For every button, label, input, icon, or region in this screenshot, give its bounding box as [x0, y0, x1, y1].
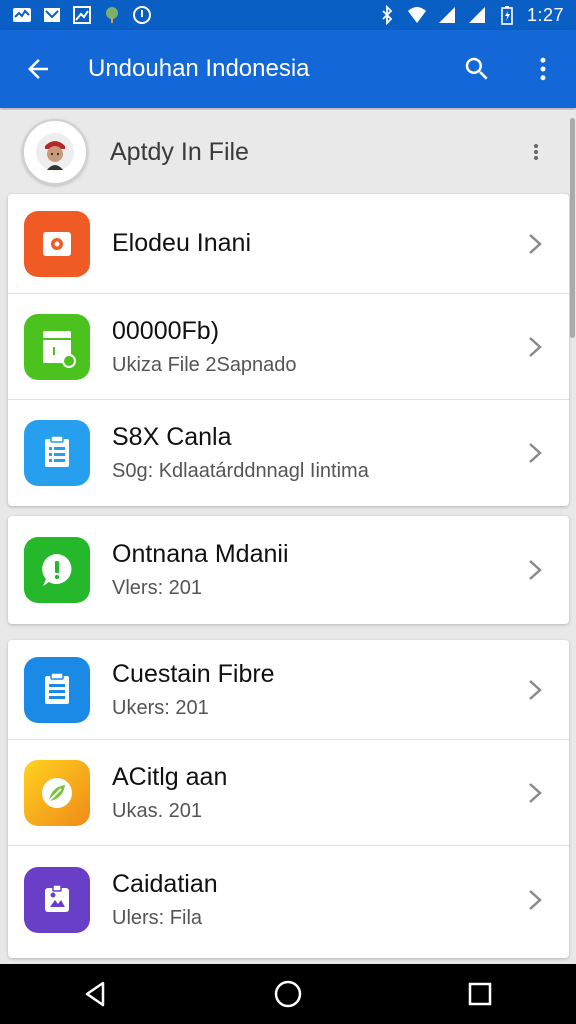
- mail-icon: [42, 5, 62, 25]
- chevron-right-icon: [515, 670, 555, 710]
- item-subtitle: Ulers: Fila: [112, 907, 203, 929]
- profile-more-button[interactable]: [508, 124, 564, 180]
- square-recents-icon: [468, 982, 492, 1006]
- photo-icon: [24, 867, 90, 933]
- file-icon: [24, 313, 90, 380]
- battery-icon: [497, 5, 517, 25]
- person-avatar-icon: [36, 133, 74, 171]
- item-title: Caidatian: [112, 870, 218, 898]
- status-time: 1:27: [526, 4, 564, 25]
- item-subtitle: Ukas. 201: [112, 799, 203, 822]
- list-item[interactable]: Ontnana Mdanii Vlers: 201: [8, 516, 569, 624]
- navigation-bar: [0, 964, 576, 1024]
- app-card: Ontnana Mdanii Vlers: 201: [8, 516, 569, 624]
- tree-icon: [102, 5, 122, 25]
- list-item[interactable]: 00000Fb) Ukiza File 2Sapnado: [8, 294, 569, 400]
- activity-icon: [12, 5, 32, 25]
- status-left-icons: [12, 5, 152, 25]
- profile-name: Aptdy In File: [110, 137, 249, 166]
- list-item[interactable]: Cuestain Fibre Ukers: 201: [8, 640, 569, 740]
- list-icon: [24, 656, 90, 723]
- chat-icon: [24, 537, 90, 603]
- chevron-right-icon: [515, 773, 555, 813]
- profile-header[interactable]: Aptdy In File: [0, 110, 576, 194]
- chevron-right-icon: [515, 433, 555, 473]
- search-button[interactable]: [444, 30, 510, 108]
- signal-icon: [467, 5, 487, 25]
- more-vert-icon: [540, 57, 546, 81]
- home-nav-button[interactable]: [258, 964, 318, 1024]
- overflow-menu-button[interactable]: [510, 30, 576, 108]
- list-item[interactable]: S8X Canla S0g: Kdlaatárddnnagl Iintima: [8, 400, 569, 506]
- app-card: Elodeu Inani 00000Fb) Ukiza File 2Sapnad…: [8, 194, 569, 506]
- status-bar: 1:27: [0, 0, 576, 30]
- item-title: Cuestain Fibre: [112, 659, 275, 688]
- document-icon: [24, 420, 90, 486]
- scrollbar-thumb[interactable]: [570, 118, 575, 338]
- arrow-back-icon: [28, 59, 48, 79]
- back-button[interactable]: [0, 30, 76, 108]
- recents-nav-button[interactable]: [450, 964, 510, 1024]
- app-bar-title: Undouhan Indonesia: [88, 55, 310, 82]
- chevron-right-icon: [515, 550, 555, 590]
- bluetooth-icon: [377, 5, 397, 25]
- chevron-right-icon: [515, 224, 555, 264]
- avatar[interactable]: [22, 119, 88, 185]
- list-item[interactable]: Caidatian Ulers: Fila: [8, 846, 569, 954]
- wifi-icon: [407, 5, 427, 25]
- download-icon: [132, 5, 152, 25]
- camera-icon: [24, 210, 90, 277]
- search-icon: [465, 57, 488, 80]
- signal-icon: [437, 5, 457, 25]
- app-card: Cuestain Fibre Ukers: 201 ACitlg aan Uka…: [8, 640, 569, 958]
- list-item[interactable]: Elodeu Inani: [8, 194, 569, 294]
- triangle-back-icon: [85, 981, 105, 1007]
- item-subtitle: Vlers: 201: [112, 577, 203, 599]
- item-title: ACitlg aan: [112, 762, 228, 791]
- item-subtitle: Ukers: 201: [112, 696, 209, 719]
- chevron-right-icon: [515, 327, 555, 367]
- circle-home-icon: [274, 980, 302, 1008]
- item-title: Elodeu Inani: [112, 229, 252, 257]
- item-subtitle: S0g: Kdlaatárddnnagl Iintima: [112, 460, 369, 482]
- item-subtitle: Ukiza File 2Sapnado: [112, 353, 297, 376]
- app-bar: Undouhan Indonesia: [0, 30, 576, 108]
- chevron-right-icon: [515, 880, 555, 920]
- back-nav-button[interactable]: [66, 964, 126, 1024]
- item-title: Ontnana Mdanii: [112, 540, 289, 568]
- list-item[interactable]: ACitlg aan Ukas. 201: [8, 740, 569, 846]
- item-title: 00000Fb): [112, 316, 220, 345]
- status-right-icons: 1:27: [377, 5, 564, 26]
- item-title: S8X Canla: [112, 423, 232, 451]
- leaf-icon: [24, 759, 90, 826]
- gallery-icon: [72, 5, 92, 25]
- more-vert-icon: [534, 144, 538, 160]
